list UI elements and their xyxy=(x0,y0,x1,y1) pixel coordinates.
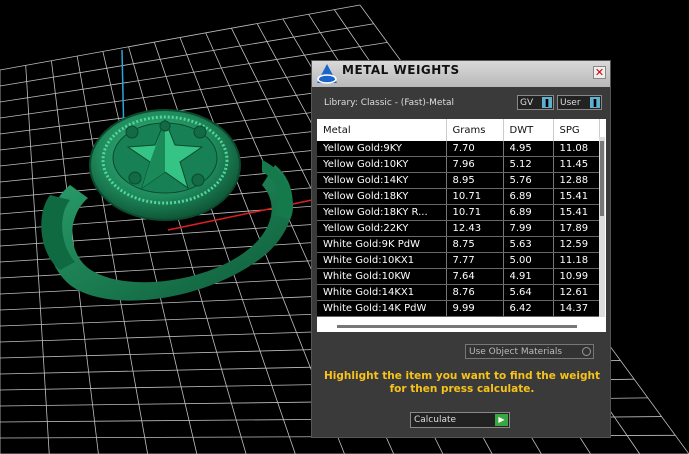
table-cell: 10.99 xyxy=(553,268,600,285)
table-cell: 11.18 xyxy=(553,252,600,269)
table-cell: 8.75 xyxy=(446,236,504,253)
table-row[interactable]: White Gold:9K PdW 8.75 5.63 12.59 xyxy=(317,236,600,253)
panel-title: METAL WEIGHTS xyxy=(342,63,460,77)
column-header[interactable]: Metal xyxy=(317,119,447,141)
dropdown-arrow-icon: ❚ xyxy=(542,97,552,108)
table-row[interactable]: Yellow Gold:22KY 12.43 7.99 17.89 xyxy=(317,220,600,237)
table-row[interactable]: Yellow Gold:14KY 8.95 5.76 12.88 xyxy=(317,172,600,189)
table-row[interactable]: Yellow Gold:9KY 7.70 4.95 11.08 xyxy=(317,141,600,157)
panel-titlebar[interactable]: METAL WEIGHTS ✕ xyxy=(312,61,610,87)
table-header-row: Metal Grams DWT SPG xyxy=(317,119,600,141)
play-arrow-icon[interactable]: ▶ xyxy=(495,414,508,426)
table-row[interactable]: White Gold:14KX1 8.76 5.64 12.61 xyxy=(317,284,600,301)
column-header[interactable]: SPG xyxy=(553,119,600,141)
table-row[interactable]: White Gold:10KX1 7.77 5.00 11.18 xyxy=(317,252,600,269)
horizontal-scrollbar[interactable] xyxy=(337,325,577,328)
table-cell: 5.63 xyxy=(503,236,554,253)
table-cell: Yellow Gold:14KY xyxy=(317,172,447,189)
gv-dropdown-label: GV xyxy=(520,98,534,108)
table-cell: 5.00 xyxy=(503,252,554,269)
metal-weights-panel: METAL WEIGHTS ✕ Library: Classic - (Fast… xyxy=(311,60,611,438)
table-row[interactable]: White Gold:10KW 7.64 4.91 10.99 xyxy=(317,268,600,285)
table-row[interactable]: Yellow Gold:18KY R... 10.71 6.89 15.41 xyxy=(317,204,600,221)
table-cell: 7.77 xyxy=(446,252,504,269)
table-cell: 6.42 xyxy=(503,300,554,317)
column-header[interactable]: Grams xyxy=(446,119,504,141)
close-button[interactable]: ✕ xyxy=(593,66,606,79)
radio-circle-icon xyxy=(582,347,591,356)
table-cell: 6.89 xyxy=(503,188,554,205)
table-cell: Yellow Gold:18KY R... xyxy=(317,204,447,221)
table-cell: White Gold:14K PdW xyxy=(317,300,447,317)
table-cell: 15.41 xyxy=(553,188,600,205)
table-row[interactable]: Yellow Gold:10KY 7.96 5.12 11.45 xyxy=(317,156,600,173)
use-object-materials-dropdown[interactable]: Use Object Materials xyxy=(465,344,594,359)
grid-line xyxy=(0,4,361,71)
table-cell: 7.96 xyxy=(446,156,504,173)
close-icon: ✕ xyxy=(594,66,605,79)
instruction-text: Highlight the item you want to find the … xyxy=(324,370,600,395)
table-cell: 12.43 xyxy=(446,220,504,237)
table-cell: 5.12 xyxy=(503,156,554,173)
table-cell: Yellow Gold:18KY xyxy=(317,188,447,205)
table-cell: 15.41 xyxy=(553,204,600,221)
ring-model[interactable] xyxy=(41,109,294,301)
table-cell: 4.95 xyxy=(503,141,554,157)
table-cell: 6.89 xyxy=(503,204,554,221)
table-cell: 12.61 xyxy=(553,284,600,301)
app-logo-icon xyxy=(317,64,337,84)
calculate-label: Calculate xyxy=(414,415,457,425)
column-header[interactable]: DWT xyxy=(503,119,554,141)
table-row[interactable]: Yellow Gold:18KY 10.71 6.89 15.41 xyxy=(317,188,600,205)
table-cell: White Gold:9K PdW xyxy=(317,236,447,253)
user-dropdown[interactable]: User ❚ xyxy=(557,95,602,110)
table-cell: 14.37 xyxy=(553,300,600,317)
table-cell: 12.88 xyxy=(553,172,600,189)
library-label: Library: Classic - (Fast)-Metal xyxy=(324,98,455,108)
table-cell: 11.45 xyxy=(553,156,600,173)
table-cell: 5.64 xyxy=(503,284,554,301)
metal-table[interactable]: Metal Grams DWT SPG Yellow Gold:9KY 7.70 4… xyxy=(317,119,606,332)
gv-dropdown[interactable]: GV ❚ xyxy=(517,95,554,110)
table-cell: 11.08 xyxy=(553,141,600,157)
table-cell: 7.70 xyxy=(446,141,504,157)
table-cell: 5.76 xyxy=(503,172,554,189)
table-cell: 12.59 xyxy=(553,236,600,253)
table-cell: 17.89 xyxy=(553,220,600,237)
table-cell: 9.99 xyxy=(446,300,504,317)
table-cell: 10.71 xyxy=(446,188,504,205)
table-cell: 7.64 xyxy=(446,268,504,285)
table-cell: 4.91 xyxy=(503,268,554,285)
vertical-scrollbar[interactable] xyxy=(599,137,605,317)
scrollbar-thumb[interactable] xyxy=(600,141,604,216)
table-cell: 10.71 xyxy=(446,204,504,221)
user-dropdown-label: User xyxy=(560,98,581,108)
table-cell: White Gold:10KW xyxy=(317,268,447,285)
table-cell: White Gold:10KX1 xyxy=(317,252,447,269)
calculate-dropdown[interactable]: Calculate ▶ xyxy=(410,412,510,428)
table-cell: 8.95 xyxy=(446,172,504,189)
table-cell: Yellow Gold:9KY xyxy=(317,141,447,157)
table-cell: Yellow Gold:10KY xyxy=(317,156,447,173)
table-cell: Yellow Gold:22KY xyxy=(317,220,447,237)
table-cell: 8.76 xyxy=(446,284,504,301)
table-cell: 7.99 xyxy=(503,220,554,237)
use-object-materials-label: Use Object Materials xyxy=(469,347,563,357)
dropdown-arrow-icon: ❚ xyxy=(590,97,600,108)
table-row[interactable]: White Gold:14K PdW 9.99 6.42 14.37 xyxy=(317,300,600,317)
table-cell: White Gold:14KX1 xyxy=(317,284,447,301)
